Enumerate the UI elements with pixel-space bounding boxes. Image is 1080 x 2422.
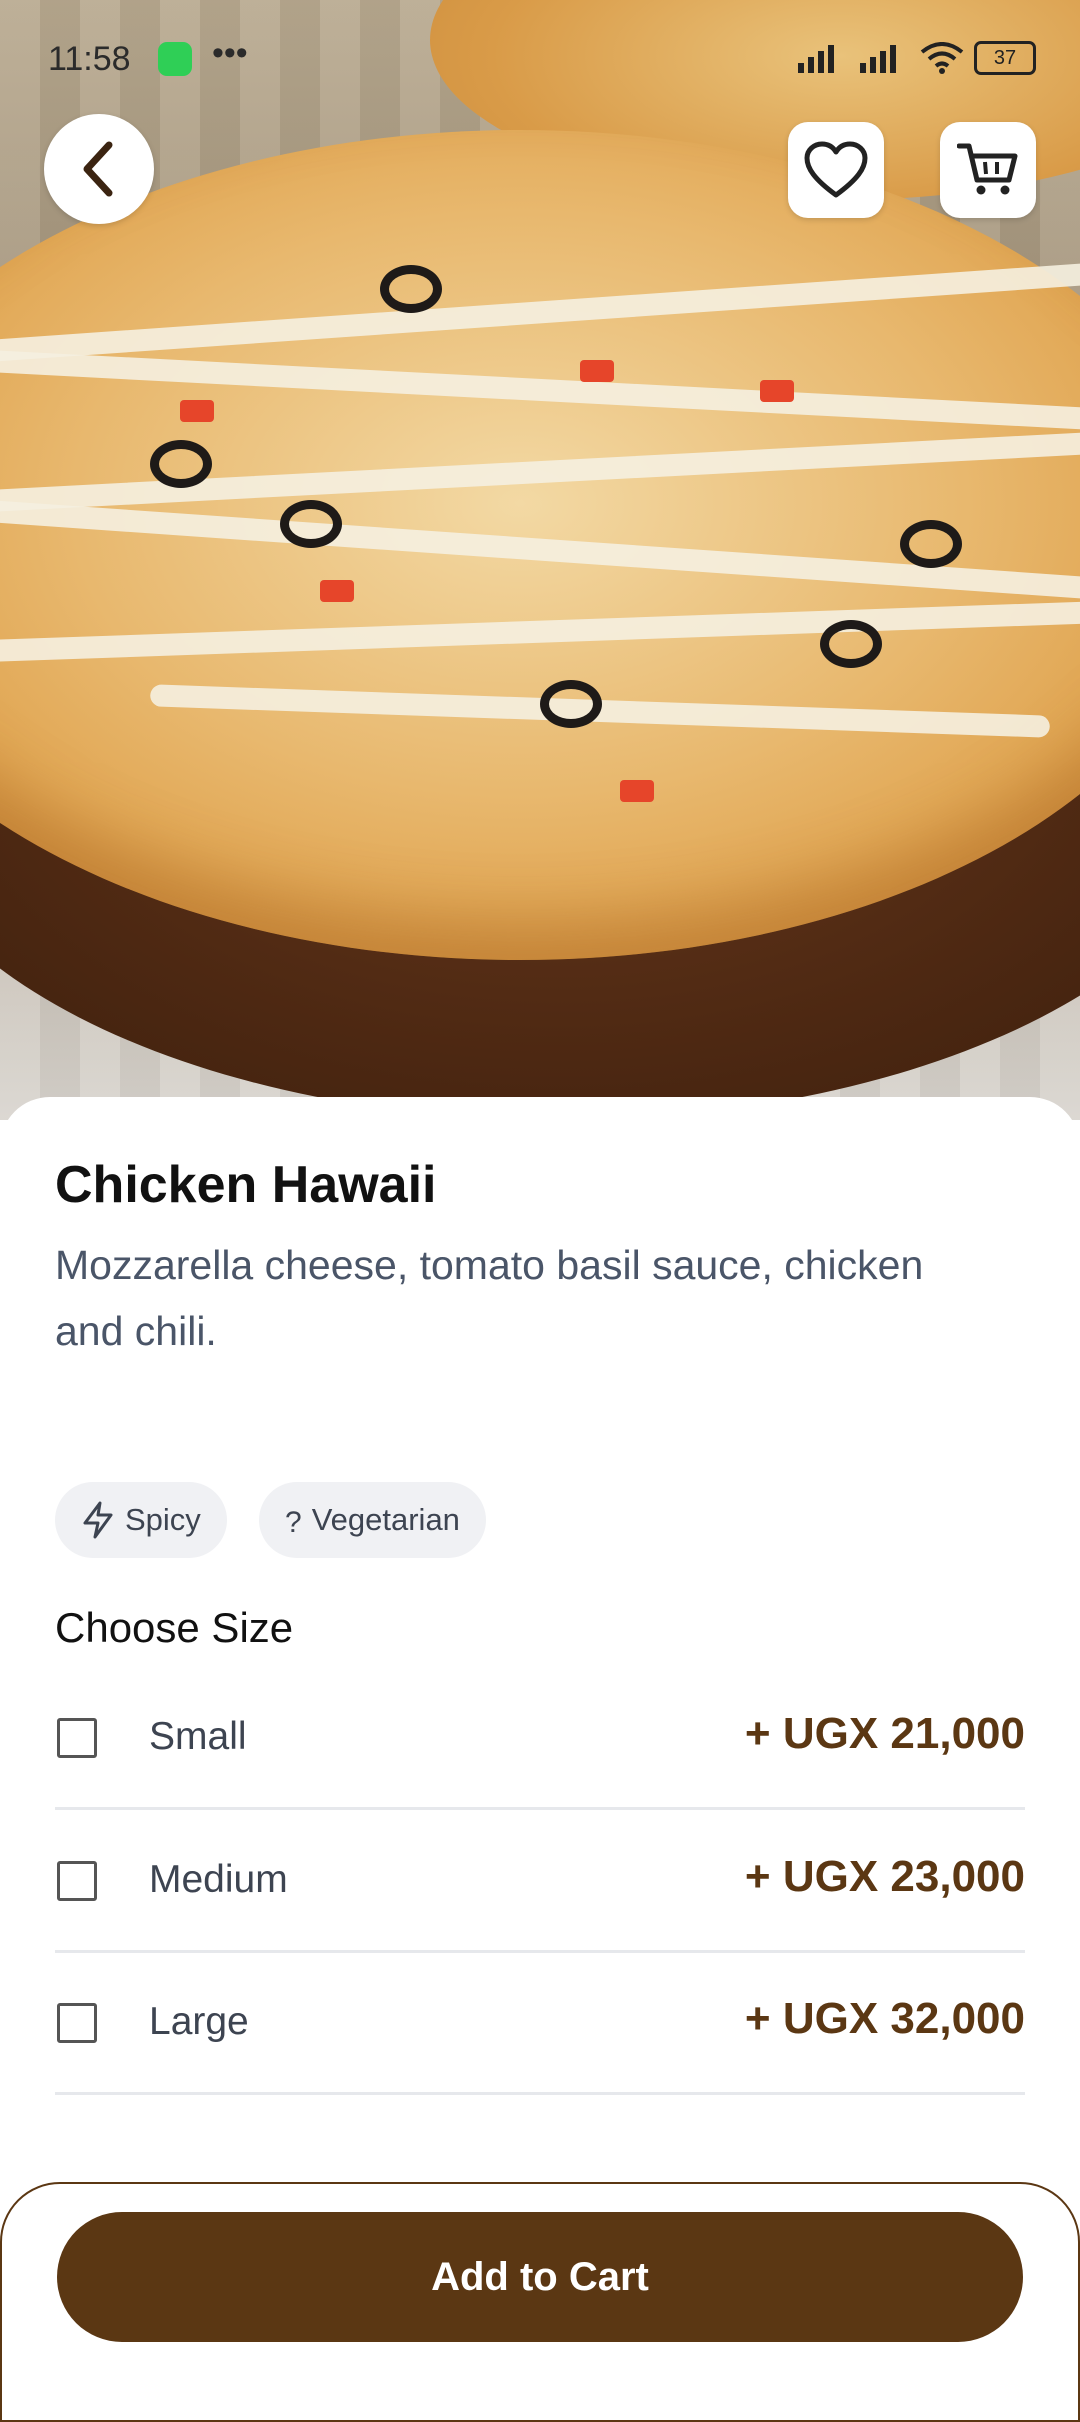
tag-label: Spicy <box>125 1502 201 1537</box>
olive <box>900 520 962 568</box>
size-price: + UGX 32,000 <box>744 1994 1025 2043</box>
battery-icon: 37 <box>974 41 1036 75</box>
pepper <box>180 400 214 422</box>
chevron-left-icon <box>83 141 113 197</box>
cart-icon <box>957 143 1018 195</box>
add-to-cart-button[interactable]: Add to Cart <box>57 2212 1023 2342</box>
size-checkbox[interactable] <box>57 1718 97 1758</box>
product-title: Chicken Hawaii <box>55 1156 437 1214</box>
question-icon: ? <box>285 1506 302 1539</box>
size-label: Large <box>149 2000 249 2043</box>
status-bar: 11:58 ••• 37 <box>0 0 1080 120</box>
lightning-icon <box>83 1501 113 1539</box>
whatsapp-notification-icon <box>158 42 192 76</box>
more-notifications-icon: ••• <box>212 34 248 72</box>
heart-outline-icon <box>804 141 868 198</box>
back-button[interactable] <box>44 114 154 224</box>
pepper <box>320 580 354 602</box>
choose-size-heading: Choose Size <box>55 1604 294 1651</box>
olive <box>280 500 342 548</box>
pepper <box>580 360 614 382</box>
size-checkbox[interactable] <box>57 1861 97 1901</box>
pepper <box>760 380 794 402</box>
pepper <box>620 780 654 802</box>
olive <box>380 265 442 313</box>
status-time: 11:58 <box>48 40 131 78</box>
size-option-medium[interactable]: Medium + UGX 23,000 <box>55 1808 1025 1953</box>
olive <box>150 440 212 488</box>
size-label: Medium <box>149 1858 288 1901</box>
olive <box>540 680 602 728</box>
size-option-large[interactable]: Large + UGX 32,000 <box>55 1950 1025 2095</box>
system-icons: 37 <box>796 40 1036 76</box>
product-hero-image <box>0 0 1080 1120</box>
olive <box>820 620 882 668</box>
tag-vegetarian: ? Vegetarian <box>259 1482 486 1558</box>
tag-spicy: Spicy <box>55 1482 227 1558</box>
cellular-signal-icon <box>860 45 896 73</box>
cart-button[interactable] <box>940 122 1036 218</box>
cellular-signal-icon <box>798 45 834 73</box>
tag-label: Vegetarian <box>311 1502 460 1537</box>
size-price: + UGX 23,000 <box>744 1852 1025 1901</box>
wifi-icon <box>920 42 964 74</box>
size-price: + UGX 21,000 <box>744 1709 1025 1758</box>
product-description: Mozzarella cheese, tomato basil sauce, c… <box>55 1242 924 1354</box>
size-option-small[interactable]: Small + UGX 21,000 <box>55 1665 1025 1810</box>
favorite-button[interactable] <box>788 122 884 218</box>
size-label: Small <box>149 1715 247 1758</box>
size-checkbox[interactable] <box>57 2003 97 2043</box>
